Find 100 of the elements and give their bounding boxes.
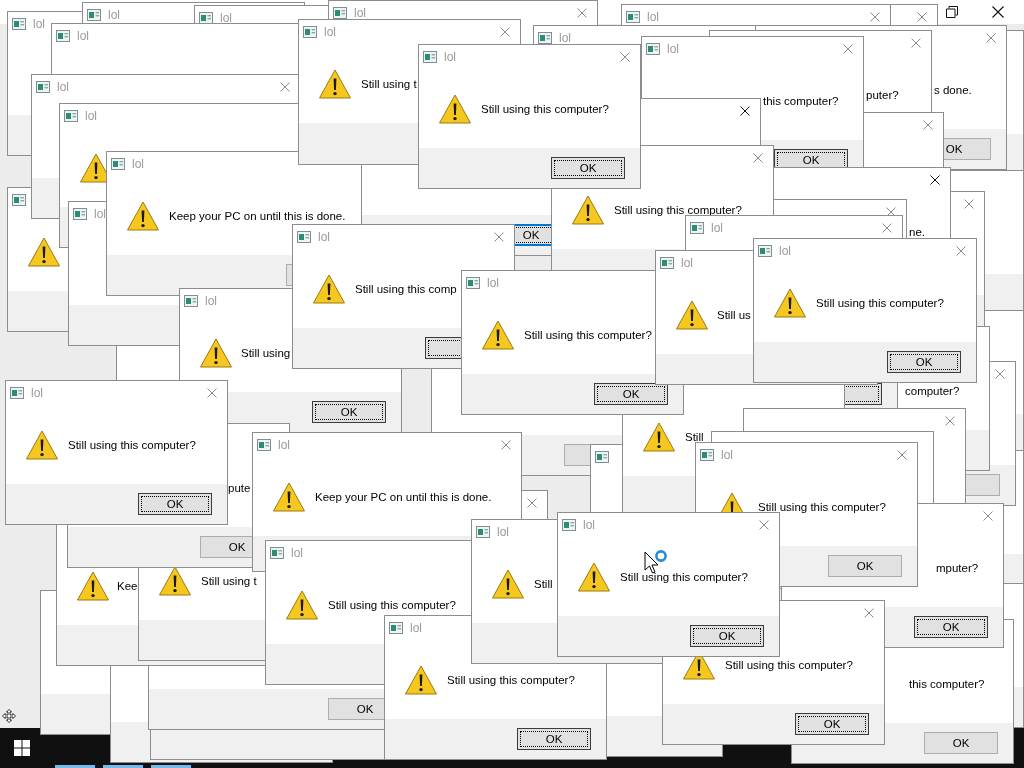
- window-icon: [476, 526, 490, 538]
- dialog-title: lol: [205, 295, 217, 307]
- dialog-button[interactable]: OK: [551, 157, 625, 179]
- window-icon: [36, 81, 50, 93]
- dialog-title: lol: [559, 32, 571, 44]
- window-icon: [10, 387, 24, 399]
- close-icon[interactable]: [740, 106, 750, 116]
- dialog-title: lol: [324, 26, 336, 38]
- window-icon: [199, 12, 213, 24]
- dialog-title: lol: [667, 43, 679, 55]
- dialog-button[interactable]: OK: [924, 732, 998, 754]
- dialog-message: Still using this computer?: [758, 499, 886, 514]
- dialog-message: pute: [228, 480, 251, 495]
- dialog-message: Still using t: [201, 573, 257, 588]
- dialog-title: lol: [291, 547, 303, 559]
- restore-icon[interactable]: [946, 6, 958, 18]
- dialog-button[interactable]: OK: [828, 555, 902, 577]
- warning-icon: [77, 570, 109, 601]
- warning-icon: [492, 568, 524, 599]
- dialog-title: lol: [94, 208, 106, 220]
- window-icon: [595, 451, 609, 463]
- dialog-button[interactable]: OK: [887, 351, 961, 373]
- window-icon: [297, 231, 311, 243]
- window-icon: [700, 449, 714, 461]
- window-icon: [538, 32, 552, 44]
- warning-icon: [28, 236, 60, 267]
- warning-icon: [572, 194, 604, 225]
- dialog-message: Still using this computer?: [68, 437, 196, 452]
- dialog-message: computer?: [905, 383, 960, 398]
- dialog-message: this computer?: [763, 93, 839, 108]
- dialog-title: lol: [31, 387, 43, 399]
- dialog-message: Kee: [117, 578, 138, 593]
- dialog-message: Still using this computer?: [524, 327, 652, 342]
- warning-icon: [643, 421, 675, 452]
- window-icon: [73, 208, 87, 220]
- window-icon: [56, 30, 70, 42]
- dialog-message: Still using this computer?: [447, 672, 575, 687]
- dialog-button[interactable]: OK: [138, 493, 212, 515]
- dialog-title: lol: [487, 277, 499, 289]
- dialog-title: lol: [33, 18, 45, 30]
- dialog-message: Still using this computer?: [620, 569, 748, 584]
- dialog-title: lol: [779, 245, 791, 257]
- window-icon: [87, 9, 101, 21]
- warning-icon: [578, 561, 610, 592]
- dialog-title: lol: [77, 30, 89, 42]
- warning-icon: [319, 68, 351, 99]
- dialog-message: Still us: [717, 307, 751, 322]
- dialog-button[interactable]: OK: [312, 401, 386, 423]
- dialog-title: lol: [132, 158, 144, 170]
- warning-icon: [482, 319, 514, 350]
- window-icon: [111, 158, 125, 170]
- dialog-title: lol: [85, 110, 97, 122]
- warning-icon: [405, 664, 437, 695]
- dialog-message: Keep your PC on until this is done.: [169, 208, 346, 223]
- window-icon: [303, 26, 317, 38]
- start-icon[interactable]: [14, 740, 30, 756]
- warning-icon: [200, 337, 232, 368]
- window-icon: [423, 51, 437, 63]
- dialog-message: Still using this computer?: [725, 657, 853, 672]
- dialog-message: Still using t: [361, 76, 417, 91]
- window-icon: [12, 194, 26, 206]
- warning-icon: [26, 429, 58, 460]
- taskbar-app-indicator: [151, 765, 191, 768]
- dialog-message: s done.: [934, 82, 972, 97]
- warning-icon: [273, 481, 305, 512]
- window-icon: [389, 622, 403, 634]
- dialog-message: Still using this computer?: [481, 101, 609, 116]
- dialog-button[interactable]: OK: [795, 713, 869, 735]
- dialog-title: lol: [57, 81, 69, 93]
- dialog-message: Still using this computer?: [328, 597, 456, 612]
- window-icon: [626, 11, 640, 23]
- window-icon: [690, 222, 704, 234]
- dialog-message: Keep your PC on until this is done.: [315, 489, 492, 504]
- dialog-title: lol: [278, 439, 290, 451]
- dialog-title: lol: [583, 519, 595, 531]
- close-icon[interactable]: [930, 175, 940, 185]
- dialog-message: mputer?: [936, 560, 979, 575]
- dialog-message: Still using: [241, 345, 291, 360]
- dialog-button[interactable]: OK: [594, 383, 668, 405]
- dialog-button[interactable]: OK: [690, 625, 764, 647]
- dialog-title: lol: [647, 11, 659, 23]
- dialog-message: Still using this comp: [355, 281, 457, 296]
- move-cursor-icon: [2, 709, 16, 723]
- dialog-title: lol: [318, 231, 330, 243]
- dialog-title: lol: [108, 9, 120, 21]
- window-icon: [12, 18, 26, 30]
- dialog-message: Still: [685, 429, 704, 444]
- dialog-button[interactable]: OK: [914, 616, 988, 638]
- window-icon: [184, 295, 198, 307]
- close-icon[interactable]: [992, 6, 1004, 18]
- dialog-title: lol: [497, 526, 509, 538]
- window-icon: [660, 257, 674, 269]
- warning-icon: [676, 299, 708, 330]
- dialog-button[interactable]: OK: [517, 728, 591, 750]
- window-icon: [64, 110, 78, 122]
- warning-icon: [286, 589, 318, 620]
- dialog-message: puter?: [866, 87, 899, 102]
- dialog-message: Still: [534, 576, 553, 591]
- dialog-title: lol: [711, 222, 723, 234]
- warning-icon: [159, 565, 191, 596]
